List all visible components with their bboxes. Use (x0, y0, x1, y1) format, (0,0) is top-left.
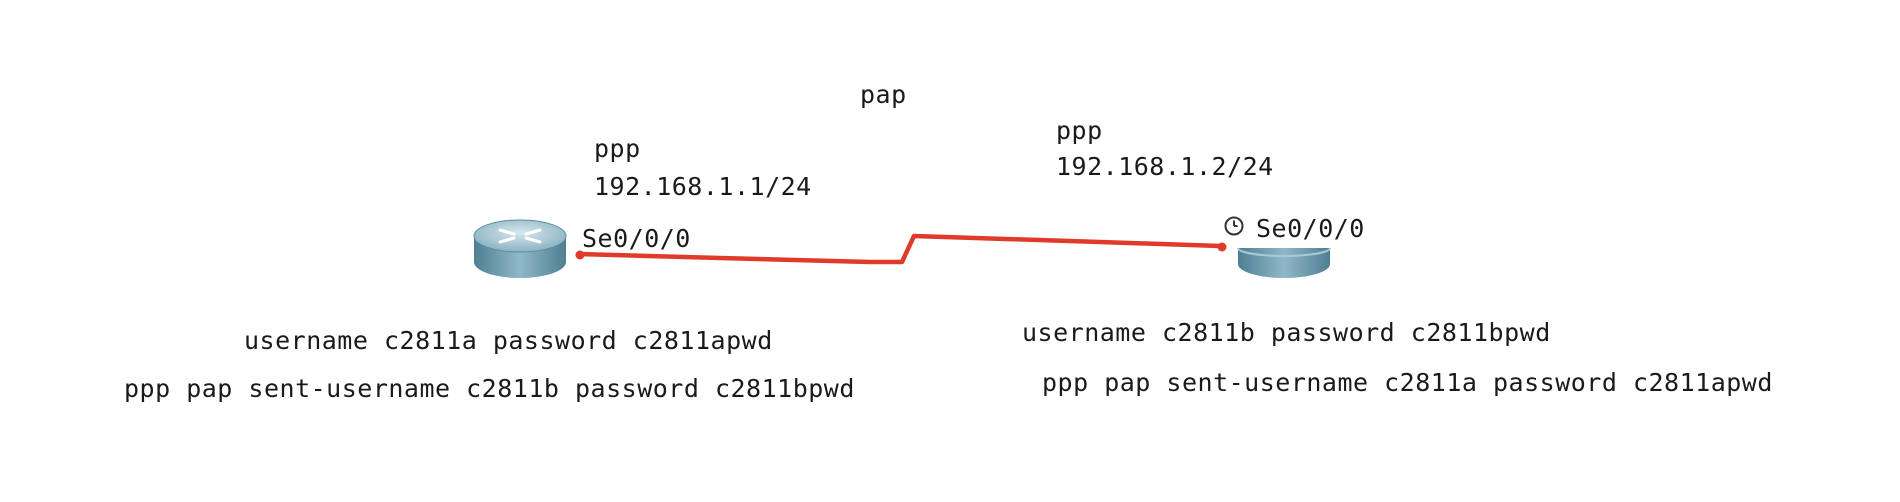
router-a-port-dot (575, 250, 585, 260)
router-a-config-line-2: ppp pap sent-username c2811b password c2… (124, 374, 855, 403)
router-a-config-line-1: username c2811a password c2811apwd (244, 326, 773, 355)
router-b-config-line-2: ppp pap sent-username c2811a password c2… (1042, 368, 1773, 397)
serial-link-line[interactable] (575, 233, 1223, 265)
router-b-icon[interactable] (1234, 244, 1334, 284)
serial-link[interactable] (0, 0, 1900, 502)
topology-diagram: pap ppp 192.168.1.1/24 Se0/0/0 ppp 192.1… (0, 0, 1900, 502)
router-b-port-dot (1217, 242, 1227, 252)
router-a-icon[interactable] (470, 216, 570, 288)
router-b-config-line-1: username c2811b password c2811bpwd (1022, 318, 1551, 347)
